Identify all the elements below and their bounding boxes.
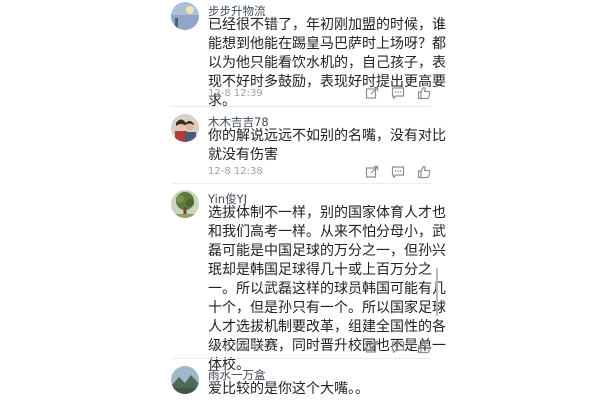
comment-text: 你的解说远远不如别的名嘴，没有对比就没有伤害 [208, 128, 446, 163]
share-button[interactable] [365, 165, 379, 179]
divider [171, 106, 431, 107]
share-icon [365, 165, 379, 178]
avatar-sky-icon [171, 2, 199, 30]
avatar[interactable] [171, 190, 199, 218]
like-button[interactable] [417, 165, 431, 179]
reply-icon [391, 87, 405, 100]
divider [171, 358, 431, 359]
avatar[interactable] [171, 114, 199, 142]
thumbs-up-icon [417, 340, 431, 354]
like-button[interactable] [417, 340, 431, 354]
timestamp: 12-8 12:39 [208, 88, 263, 99]
timestamp: 12-8 12:38 [208, 166, 263, 177]
comment-actions [365, 165, 431, 179]
reply-icon [391, 166, 405, 179]
reply-icon [391, 341, 405, 354]
thumbs-up-icon [417, 165, 431, 179]
avatar-scenery-icon [171, 366, 199, 394]
avatar-tree-icon [171, 190, 199, 218]
share-icon [365, 340, 379, 353]
comment-actions [365, 86, 431, 100]
reply-button[interactable] [391, 86, 405, 100]
share-button[interactable] [365, 86, 379, 100]
avatar-couple-icon [171, 114, 199, 142]
comment-actions [365, 340, 431, 354]
comment-text: 爱比较的是你这个大嘴。。 [208, 381, 369, 397]
avatar[interactable] [171, 2, 199, 30]
share-button[interactable] [365, 340, 379, 354]
like-button[interactable] [417, 86, 431, 100]
thumbs-up-icon [417, 86, 431, 100]
scrollbar[interactable] [436, 268, 438, 316]
reply-button[interactable] [391, 340, 405, 354]
reply-button[interactable] [391, 165, 405, 179]
avatar[interactable] [171, 366, 199, 394]
timestamp: 12-8 12:33 [208, 341, 263, 352]
divider [171, 183, 431, 184]
share-icon [365, 86, 379, 99]
